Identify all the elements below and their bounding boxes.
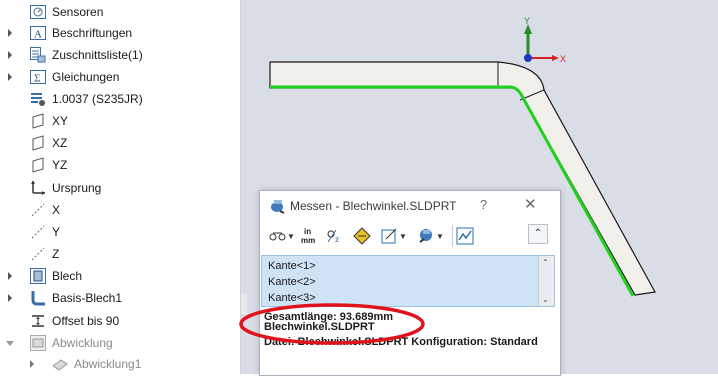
sensor-icon: [30, 5, 46, 19]
axis-x-label: X: [560, 54, 566, 64]
expand-arrow-icon[interactable]: [5, 271, 15, 281]
highlight-oval: [239, 303, 425, 345]
tree-item-plane-xy[interactable]: XY: [30, 111, 68, 131]
svg-text:Σ: Σ: [34, 73, 40, 85]
show-xyz-button[interactable]: z: [324, 225, 348, 247]
selection-item[interactable]: Kante<1>: [268, 260, 316, 272]
tree-item-label: Z: [52, 247, 60, 261]
tree-item-gleichungen[interactable]: Σ Gleichungen: [8, 67, 120, 87]
coordinate-triad: Y X: [524, 16, 566, 64]
axis-icon: [31, 225, 45, 239]
help-button[interactable]: ?: [480, 197, 487, 212]
tree-item-offset[interactable]: Offset bis 90: [30, 311, 119, 331]
tree-item-axis-y[interactable]: Y: [30, 222, 60, 242]
tree-item-label: XZ: [52, 136, 68, 150]
measure-toolbar: ▼ in mm z ▼ ▼: [264, 223, 556, 249]
feature-manager-tree: Sensoren A Beschriftungen Zuschnittslist…: [0, 0, 241, 374]
plane-icon: [32, 113, 44, 129]
svg-text:mm: mm: [301, 236, 315, 245]
tree-item-axis-z[interactable]: Z: [30, 244, 59, 264]
point-to-point-button[interactable]: [350, 225, 374, 247]
annotation-icon: A: [30, 26, 46, 41]
tree-item-label: Blech: [52, 269, 83, 283]
expand-arrow-icon[interactable]: [5, 293, 15, 303]
tree-item-basis-blech[interactable]: Basis-Blech1: [8, 288, 123, 308]
cutlist-icon: [30, 47, 46, 63]
measure-tool-icon: [271, 200, 285, 214]
tree-item-label: X: [52, 203, 61, 217]
dialog-title: Messen - Blechwinkel.SLDPRT: [290, 199, 457, 213]
tree-item-label: Offset bis 90: [52, 314, 120, 328]
measure-dialog[interactable]: Messen - Blechwinkel.SLDPRT ? ✕ ▼ in mm z…: [259, 190, 561, 376]
flatpattern-sub-icon: [52, 359, 68, 371]
units-icon: inmm: [301, 227, 315, 245]
selection-scrollbar[interactable]: ⌃ ⌄: [538, 256, 554, 306]
tree-item-sensoren[interactable]: Sensoren: [30, 2, 103, 22]
xyz-measure-icon: z: [327, 229, 339, 244]
tree-item-axis-x[interactable]: X: [30, 200, 60, 220]
expand-arrow-icon[interactable]: [5, 72, 15, 82]
expand-arrow-icon[interactable]: [27, 359, 37, 369]
dropdown-arrow-icon[interactable]: ▼: [399, 232, 407, 241]
tree-item-label: Sensoren: [52, 5, 104, 19]
collapse-dialog-button[interactable]: ⌃: [528, 224, 548, 244]
tree-item-label: Abwicklung: [52, 336, 113, 350]
measure-history-button[interactable]: ▼: [414, 225, 446, 247]
dropdown-arrow-icon[interactable]: ▼: [436, 232, 444, 241]
tree-item-label: XY: [52, 114, 69, 128]
tree-item-label: 1.0037 (S235JR): [52, 92, 143, 106]
tree-item-abwicklung1[interactable]: Abwicklung1: [30, 354, 142, 374]
projection-button[interactable]: ▼: [376, 225, 412, 247]
axis-icon: [31, 203, 45, 217]
plane-icon: [32, 135, 44, 151]
arc-circle-measure-button[interactable]: ▼: [268, 225, 296, 247]
close-button[interactable]: ✕: [524, 195, 537, 213]
expand-arrow-icon[interactable]: [5, 338, 15, 348]
offset-icon: [32, 315, 44, 327]
tree-item-plane-yz[interactable]: YZ: [30, 155, 67, 175]
units-precision-button[interactable]: in mm: [300, 225, 320, 247]
tree-item-label: Y: [52, 225, 61, 239]
tree-item-zuschnittsliste[interactable]: Zuschnittsliste(1): [8, 45, 143, 65]
measure-history-icon: [419, 229, 433, 243]
tree-item-blech[interactable]: Blech: [8, 266, 83, 286]
tree-item-label: Basis-Blech1: [52, 291, 123, 305]
plane-icon: [32, 157, 44, 173]
tree-item-label: Abwicklung1: [74, 357, 142, 371]
sensor-graph-icon: [456, 227, 474, 245]
expand-arrow-icon[interactable]: [5, 28, 15, 38]
svg-text:z: z: [335, 235, 339, 244]
tree-item-label: Beschriftungen: [52, 26, 133, 40]
tree-item-plane-xz[interactable]: XZ: [30, 133, 67, 153]
point-to-point-icon: [353, 227, 371, 245]
arc-measure-icon: [269, 232, 286, 241]
dialog-titlebar[interactable]: Messen - Blechwinkel.SLDPRT ? ✕: [260, 191, 560, 221]
tree-item-abwicklung[interactable]: Abwicklung: [6, 333, 113, 353]
svg-text:A: A: [34, 29, 42, 41]
expand-arrow-icon[interactable]: [5, 50, 15, 60]
flatpattern-icon: [30, 335, 46, 351]
origin-icon: [31, 181, 45, 195]
equation-icon: Σ: [30, 70, 46, 85]
axis-icon: [31, 247, 45, 261]
tree-item-label: YZ: [52, 158, 68, 172]
material-icon: [31, 93, 45, 106]
tree-item-ursprung[interactable]: Ursprung: [30, 178, 101, 198]
tree-item-beschriftungen[interactable]: A Beschriftungen: [8, 23, 133, 43]
tree-item-label: Ursprung: [52, 181, 102, 195]
svg-text:in: in: [304, 227, 311, 236]
tree-item-label: Zuschnittsliste(1): [52, 48, 143, 62]
axis-y-label: Y: [524, 16, 530, 26]
create-sensor-button[interactable]: [452, 225, 477, 247]
selection-item[interactable]: Kante<2>: [268, 276, 316, 288]
tree-item-material[interactable]: 1.0037 (S235JR): [30, 89, 143, 109]
sheetmetal-icon: [30, 268, 46, 284]
dropdown-arrow-icon[interactable]: ▼: [287, 232, 295, 241]
tree-item-label: Gleichungen: [52, 70, 120, 84]
projection-icon: [381, 228, 397, 244]
base-flange-icon: [31, 291, 45, 306]
scroll-up-icon[interactable]: ⌃: [542, 258, 549, 267]
scroll-down-icon[interactable]: ⌄: [542, 295, 549, 304]
